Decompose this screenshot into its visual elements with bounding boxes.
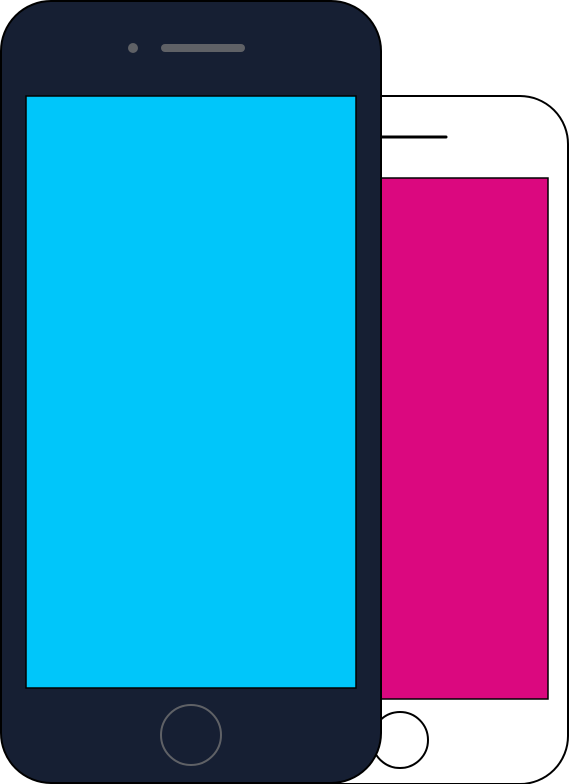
phone-illustration <box>0 0 570 784</box>
front-phone <box>0 0 382 784</box>
front-phone-screen <box>25 95 357 689</box>
front-phone-home-button <box>160 704 222 766</box>
front-phone-camera <box>128 43 138 53</box>
phones-svg <box>0 0 569 784</box>
